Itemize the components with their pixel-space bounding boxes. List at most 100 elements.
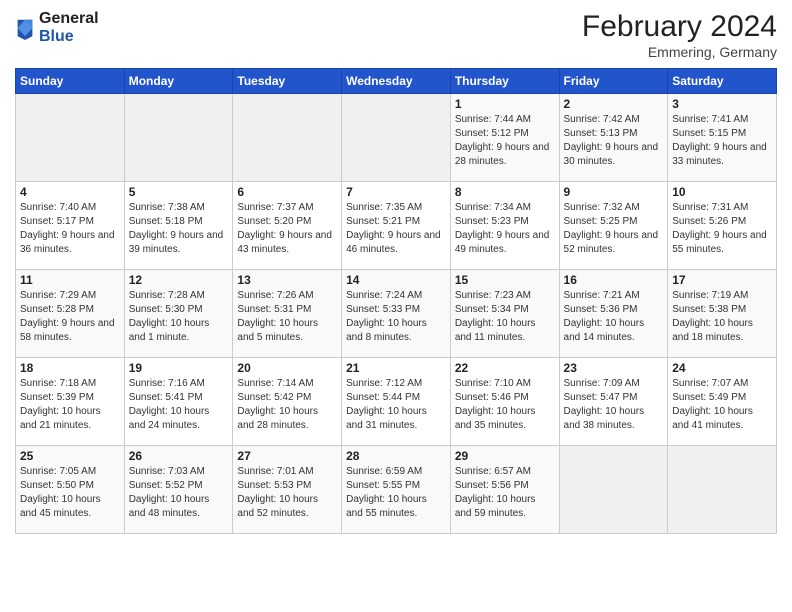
calendar-cell: 11Sunrise: 7:29 AM Sunset: 5:28 PM Dayli… xyxy=(16,270,125,358)
calendar-cell: 5Sunrise: 7:38 AM Sunset: 5:18 PM Daylig… xyxy=(124,182,233,270)
title-block: February 2024 Emmering, Germany xyxy=(582,10,777,60)
header-thursday: Thursday xyxy=(450,69,559,94)
calendar-header: General Blue February 2024 Emmering, Ger… xyxy=(15,10,777,60)
calendar-cell: 26 Sunrise: 7:03 AM Sunset: 5:52 PM Dayli… xyxy=(124,446,233,534)
day-info: Sunrise: 7:19 AM Sunset: 5:38 PM Dayligh… xyxy=(672,289,772,345)
calendar-week-4: 25 Sunrise: 7:05 AM Sunset: 5:50 PM Dayli… xyxy=(16,446,777,534)
header-monday: Monday xyxy=(124,69,233,94)
calendar-week-0: 1Sunrise: 7:44 AM Sunset: 5:12 PM Daylig… xyxy=(16,94,777,182)
day-number: 28 xyxy=(346,449,446,463)
calendar-cell: 19 Sunrise: 7:16 AM Sunset: 5:41 PM Dayli… xyxy=(124,358,233,446)
day-info: Sunrise: 7:42 AM Sunset: 5:13 PM Dayligh… xyxy=(564,113,664,169)
month-year: February 2024 xyxy=(582,10,777,44)
day-info: Sunrise: 7:16 AM Sunset: 5:41 PM Dayligh… xyxy=(129,377,229,433)
calendar-cell: 1Sunrise: 7:44 AM Sunset: 5:12 PM Daylig… xyxy=(450,94,559,182)
calendar-cell: 6Sunrise: 7:37 AM Sunset: 5:20 PM Daylig… xyxy=(233,182,342,270)
logo-text: General Blue xyxy=(39,10,99,45)
day-number: 2 xyxy=(564,97,664,111)
day-info: Sunrise: 7:32 AM Sunset: 5:25 PM Dayligh… xyxy=(564,201,664,257)
calendar-cell xyxy=(668,446,777,534)
day-info: Sunrise: 7:31 AM Sunset: 5:26 PM Dayligh… xyxy=(672,201,772,257)
day-info: Sunrise: 7:21 AM Sunset: 5:36 PM Dayligh… xyxy=(564,289,664,345)
day-info: Sunrise: 6:59 AM Sunset: 5:55 PM Dayligh… xyxy=(346,465,446,521)
calendar-cell: 15 Sunrise: 7:23 AM Sunset: 5:34 PM Dayli… xyxy=(450,270,559,358)
day-info: Sunrise: 7:14 AM Sunset: 5:42 PM Dayligh… xyxy=(237,377,337,433)
day-number: 5 xyxy=(129,185,229,199)
calendar-cell: 13 Sunrise: 7:26 AM Sunset: 5:31 PM Dayli… xyxy=(233,270,342,358)
day-number: 16 xyxy=(564,273,664,287)
day-number: 14 xyxy=(346,273,446,287)
day-info: Sunrise: 7:03 AM Sunset: 5:52 PM Dayligh… xyxy=(129,465,229,521)
day-number: 12 xyxy=(129,273,229,287)
day-info: Sunrise: 7:12 AM Sunset: 5:44 PM Dayligh… xyxy=(346,377,446,433)
day-info: Sunrise: 7:24 AM Sunset: 5:33 PM Dayligh… xyxy=(346,289,446,345)
day-info: Sunrise: 7:05 AM Sunset: 5:50 PM Dayligh… xyxy=(20,465,120,521)
day-number: 10 xyxy=(672,185,772,199)
day-info: Sunrise: 7:29 AM Sunset: 5:28 PM Dayligh… xyxy=(20,289,120,345)
calendar-cell xyxy=(16,94,125,182)
calendar-cell: 21Sunrise: 7:12 AM Sunset: 5:44 PM Dayli… xyxy=(342,358,451,446)
location: Emmering, Germany xyxy=(582,44,777,60)
day-info: Sunrise: 7:07 AM Sunset: 5:49 PM Dayligh… xyxy=(672,377,772,433)
day-number: 22 xyxy=(455,361,555,375)
calendar-cell: 20 Sunrise: 7:14 AM Sunset: 5:42 PM Dayli… xyxy=(233,358,342,446)
day-info: Sunrise: 7:34 AM Sunset: 5:23 PM Dayligh… xyxy=(455,201,555,257)
calendar-cell: 22 Sunrise: 7:10 AM Sunset: 5:46 PM Dayli… xyxy=(450,358,559,446)
day-info: Sunrise: 7:10 AM Sunset: 5:46 PM Dayligh… xyxy=(455,377,555,433)
day-number: 8 xyxy=(455,185,555,199)
header-wednesday: Wednesday xyxy=(342,69,451,94)
header-friday: Friday xyxy=(559,69,668,94)
day-number: 7 xyxy=(346,185,446,199)
day-number: 6 xyxy=(237,185,337,199)
calendar-cell: 12 Sunrise: 7:28 AM Sunset: 5:30 PM Dayli… xyxy=(124,270,233,358)
calendar-cell: 24 Sunrise: 7:07 AM Sunset: 5:49 PM Dayli… xyxy=(668,358,777,446)
day-number: 24 xyxy=(672,361,772,375)
day-number: 3 xyxy=(672,97,772,111)
day-number: 25 xyxy=(20,449,120,463)
day-info: Sunrise: 7:28 AM Sunset: 5:30 PM Dayligh… xyxy=(129,289,229,345)
day-info: Sunrise: 7:26 AM Sunset: 5:31 PM Dayligh… xyxy=(237,289,337,345)
calendar-cell xyxy=(559,446,668,534)
calendar-cell: 7Sunrise: 7:35 AM Sunset: 5:21 PM Daylig… xyxy=(342,182,451,270)
day-number: 9 xyxy=(564,185,664,199)
day-info: Sunrise: 7:44 AM Sunset: 5:12 PM Dayligh… xyxy=(455,113,555,169)
calendar-cell: 10 Sunrise: 7:31 AM Sunset: 5:26 PM Dayli… xyxy=(668,182,777,270)
logo-icon xyxy=(15,16,35,40)
calendar-cell: 16 Sunrise: 7:21 AM Sunset: 5:36 PM Dayli… xyxy=(559,270,668,358)
logo: General Blue xyxy=(15,10,99,45)
calendar-cell xyxy=(233,94,342,182)
calendar-header-row: Sunday Monday Tuesday Wednesday Thursday… xyxy=(16,69,777,94)
calendar-week-3: 18 Sunrise: 7:18 AM Sunset: 5:39 PM Dayli… xyxy=(16,358,777,446)
calendar-cell: 28 Sunrise: 6:59 AM Sunset: 5:55 PM Dayli… xyxy=(342,446,451,534)
day-info: Sunrise: 7:23 AM Sunset: 5:34 PM Dayligh… xyxy=(455,289,555,345)
calendar-week-1: 4 Sunrise: 7:40 AM Sunset: 5:17 PM Daylig… xyxy=(16,182,777,270)
calendar-cell: 8 Sunrise: 7:34 AM Sunset: 5:23 PM Daylig… xyxy=(450,182,559,270)
calendar-cell: 27Sunrise: 7:01 AM Sunset: 5:53 PM Dayli… xyxy=(233,446,342,534)
calendar-table: Sunday Monday Tuesday Wednesday Thursday… xyxy=(15,68,777,534)
calendar-page: General Blue February 2024 Emmering, Ger… xyxy=(0,0,792,612)
day-info: Sunrise: 7:41 AM Sunset: 5:15 PM Dayligh… xyxy=(672,113,772,169)
day-info: Sunrise: 6:57 AM Sunset: 5:56 PM Dayligh… xyxy=(455,465,555,521)
day-info: Sunrise: 7:09 AM Sunset: 5:47 PM Dayligh… xyxy=(564,377,664,433)
calendar-cell: 2 Sunrise: 7:42 AM Sunset: 5:13 PM Daylig… xyxy=(559,94,668,182)
calendar-cell xyxy=(124,94,233,182)
day-number: 29 xyxy=(455,449,555,463)
calendar-cell: 14 Sunrise: 7:24 AM Sunset: 5:33 PM Dayli… xyxy=(342,270,451,358)
day-number: 18 xyxy=(20,361,120,375)
calendar-week-2: 11Sunrise: 7:29 AM Sunset: 5:28 PM Dayli… xyxy=(16,270,777,358)
day-number: 20 xyxy=(237,361,337,375)
calendar-cell: 3 Sunrise: 7:41 AM Sunset: 5:15 PM Daylig… xyxy=(668,94,777,182)
header-sunday: Sunday xyxy=(16,69,125,94)
day-info: Sunrise: 7:40 AM Sunset: 5:17 PM Dayligh… xyxy=(20,201,120,257)
calendar-cell: 25 Sunrise: 7:05 AM Sunset: 5:50 PM Dayli… xyxy=(16,446,125,534)
day-info: Sunrise: 7:18 AM Sunset: 5:39 PM Dayligh… xyxy=(20,377,120,433)
day-number: 4 xyxy=(20,185,120,199)
day-number: 19 xyxy=(129,361,229,375)
day-number: 15 xyxy=(455,273,555,287)
header-saturday: Saturday xyxy=(668,69,777,94)
calendar-cell: 4 Sunrise: 7:40 AM Sunset: 5:17 PM Daylig… xyxy=(16,182,125,270)
day-number: 13 xyxy=(237,273,337,287)
day-number: 23 xyxy=(564,361,664,375)
calendar-cell xyxy=(342,94,451,182)
day-number: 26 xyxy=(129,449,229,463)
